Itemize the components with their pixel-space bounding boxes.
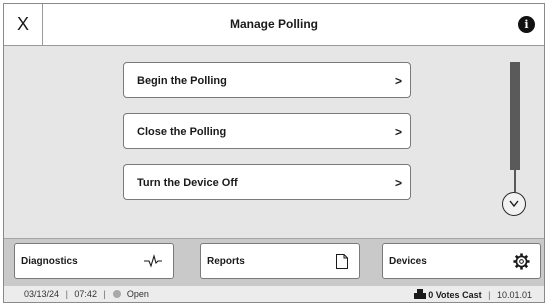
software-version: 10.01.01 (496, 290, 532, 300)
polls-status: Open (126, 289, 149, 299)
chevron-right-icon: > (394, 74, 402, 88)
chevron-right-icon: > (394, 176, 402, 190)
diagnostics-label: Diagnostics (21, 256, 78, 267)
app-frame: X Manage Polling i Begin the Polling > C… (3, 3, 545, 303)
status-separator: | (103, 289, 106, 299)
status-time: 07:42 (74, 289, 97, 299)
votes-cast-count: 0 Votes Cast (428, 290, 482, 300)
scrollbar-thumb[interactable] (510, 62, 520, 170)
ballot-box-icon (413, 289, 426, 299)
document-icon (336, 254, 348, 269)
status-left: 03/13/24 | 07:42 | Open (24, 289, 149, 299)
scroll-down-button[interactable] (502, 192, 526, 216)
status-bar: 03/13/24 | 07:42 | Open 0 Votes Cast | 1… (4, 286, 544, 302)
close-polling-label: Close the Polling (137, 126, 227, 138)
status-date: 03/13/24 (24, 289, 60, 299)
status-right: 0 Votes Cast | 10.01.01 (413, 289, 532, 300)
close-polling-button[interactable]: Close the Polling > (123, 113, 411, 149)
reports-button[interactable]: Reports (200, 243, 360, 279)
status-separator: | (488, 290, 491, 300)
turn-device-off-label: Turn the Device Off (137, 177, 238, 189)
page-title: Manage Polling (229, 17, 318, 31)
chevron-right-icon: > (394, 125, 402, 139)
polls-status-dot-icon (113, 290, 122, 298)
pulse-icon (144, 254, 162, 268)
devices-button[interactable]: Devices (382, 243, 541, 279)
info-button[interactable]: i (518, 16, 535, 33)
chevron-down-icon (509, 200, 519, 208)
header-bar: X Manage Polling i (4, 4, 544, 46)
begin-polling-button[interactable]: Begin the Polling > (123, 62, 411, 98)
status-separator: | (65, 289, 68, 299)
reports-label: Reports (207, 256, 245, 267)
devices-label: Devices (389, 256, 427, 267)
begin-polling-label: Begin the Polling (137, 75, 227, 87)
info-icon: i (524, 18, 529, 31)
bottom-toolbar: Diagnostics Reports Devices (4, 238, 544, 286)
scrollbar-track (514, 170, 516, 192)
gear-icon (513, 253, 530, 270)
diagnostics-button[interactable]: Diagnostics (14, 243, 174, 279)
turn-device-off-button[interactable]: Turn the Device Off > (123, 164, 411, 200)
